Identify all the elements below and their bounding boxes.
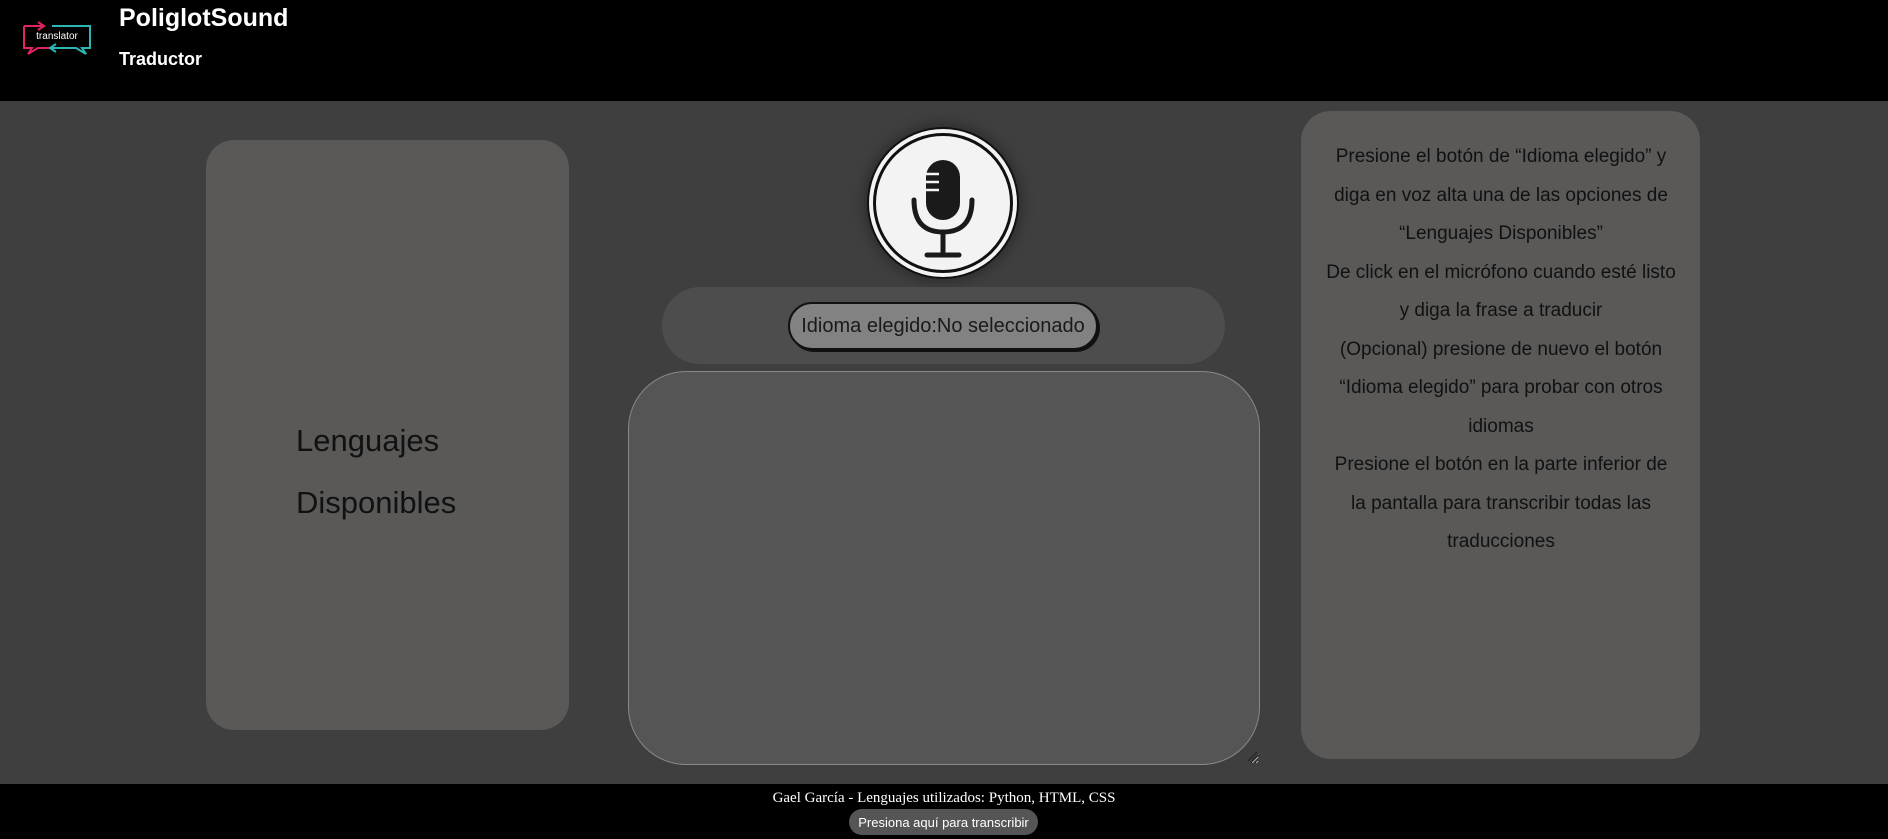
language-bar: Idioma elegido:No seleccionado [662,287,1225,364]
translator-logo: translator [23,21,91,55]
microphone-icon [911,160,975,258]
footer-credits: Gael García - Lenguajes utilizados: Pyth… [772,790,1116,806]
chosen-language-button[interactable]: Idioma elegido:No seleccionado [788,302,1098,350]
app-title: PoliglotSound [119,4,289,32]
logo-text: translator [36,31,78,42]
languages-panel: Lenguajes Disponibles [206,140,569,730]
languages-title: Lenguajes Disponibles [296,423,457,520]
microphone-button[interactable] [873,133,1013,273]
header: translator PoliglotSound Traductor [0,0,1888,101]
instructions-text: Presione el botón de “Idioma elegido” y … [1326,146,1676,552]
app-subtitle: Traductor [119,49,203,69]
transcribe-button[interactable]: Presiona aquí para transcribir [849,809,1038,835]
footer: Gael García - Lenguajes utilizados: Pyth… [0,784,1888,839]
instructions-panel: Presione el botón de “Idioma elegido” y … [1301,111,1700,759]
resize-grip-icon[interactable] [1246,750,1258,762]
translation-output[interactable] [628,371,1260,765]
